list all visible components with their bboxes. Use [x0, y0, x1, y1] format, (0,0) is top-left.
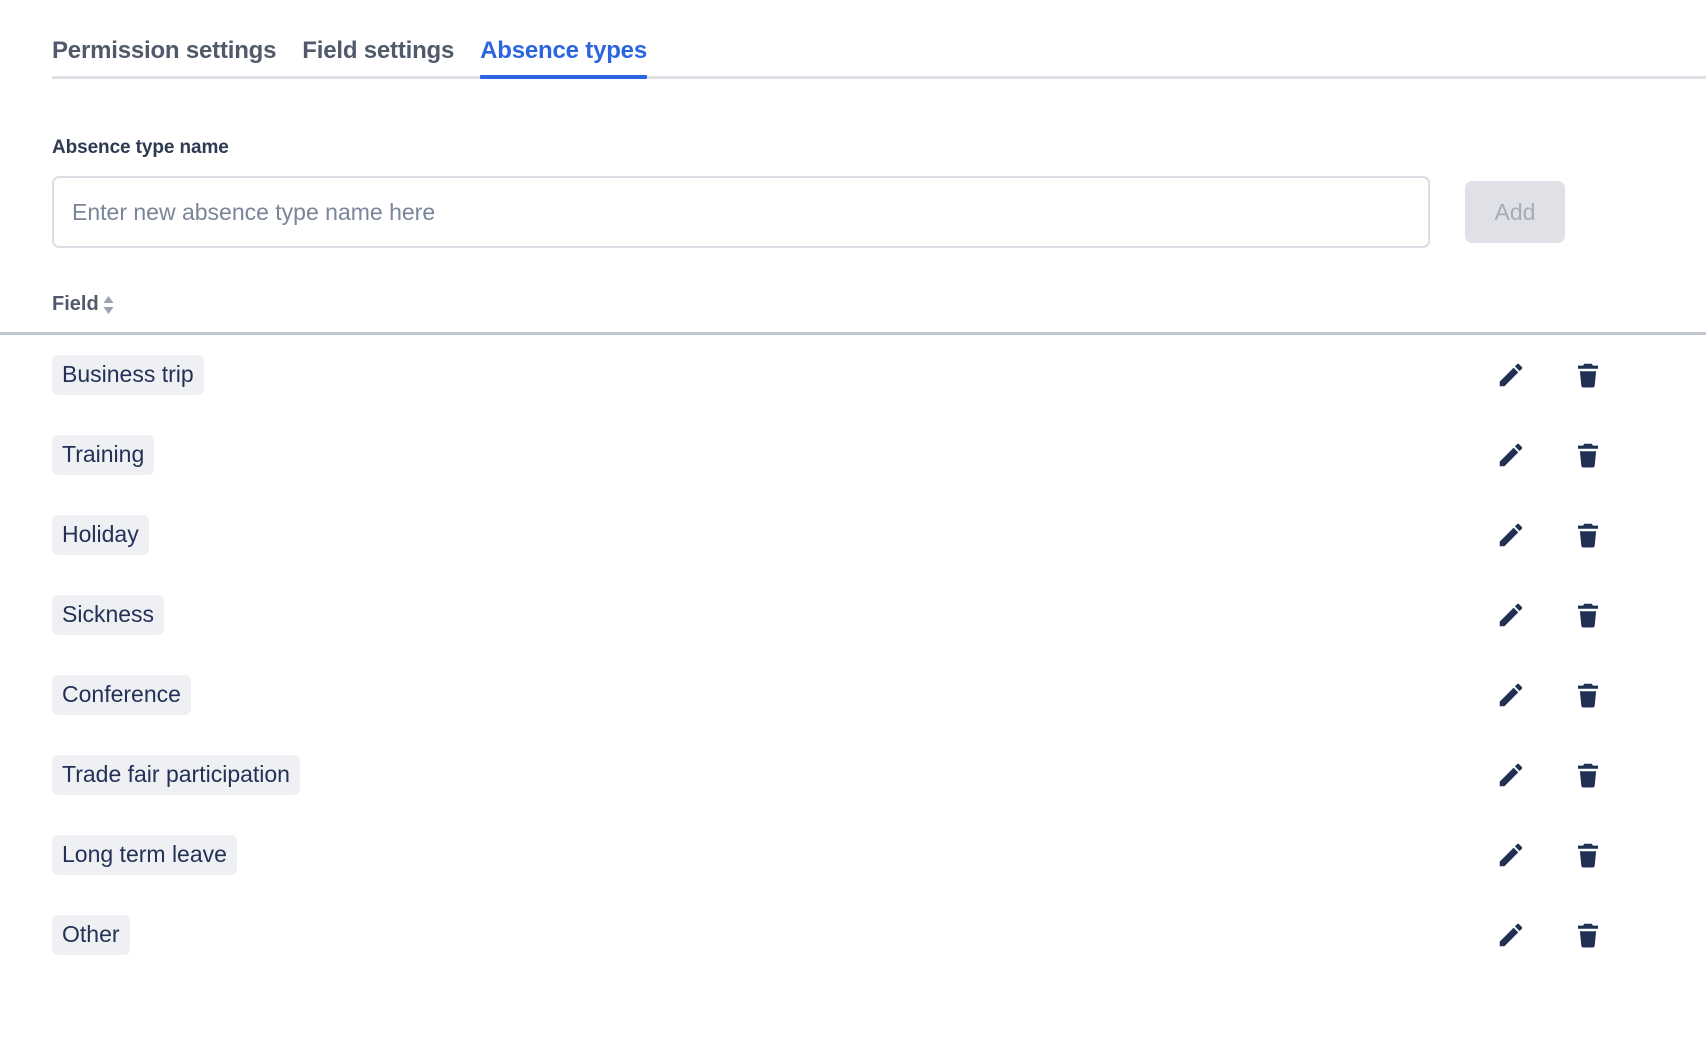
row-actions [1496, 680, 1706, 710]
delete-absence-type-button[interactable] [1573, 920, 1603, 950]
table-row[interactable]: Other [0, 895, 1706, 975]
trash-icon [1573, 760, 1603, 790]
trash-icon [1573, 360, 1603, 390]
edit-absence-type-button[interactable] [1496, 680, 1526, 710]
pencil-icon [1496, 600, 1526, 630]
add-absence-type-button[interactable]: Add [1465, 181, 1565, 243]
tab-absence-types[interactable]: Absence types [480, 39, 647, 79]
pencil-icon [1496, 920, 1526, 950]
row-actions [1496, 520, 1706, 550]
trash-icon [1573, 600, 1603, 630]
column-header-field[interactable]: Field [52, 293, 115, 316]
delete-absence-type-button[interactable] [1573, 760, 1603, 790]
edit-absence-type-button[interactable] [1496, 840, 1526, 870]
pencil-icon [1496, 360, 1526, 390]
row-actions [1496, 600, 1706, 630]
delete-absence-type-button[interactable] [1573, 680, 1603, 710]
row-actions [1496, 840, 1706, 870]
absence-type-form: Absence type name Add [0, 137, 1706, 248]
row-actions [1496, 360, 1706, 390]
trash-icon [1573, 440, 1603, 470]
absence-type-chip: Training [52, 435, 154, 475]
absence-type-name-input[interactable] [52, 176, 1430, 248]
table-row[interactable]: Conference [0, 655, 1706, 735]
absence-types-table: Field Business trip [0, 293, 1706, 975]
absence-type-chip: Business trip [52, 355, 204, 395]
delete-absence-type-button[interactable] [1573, 520, 1603, 550]
edit-absence-type-button[interactable] [1496, 440, 1526, 470]
delete-absence-type-button[interactable] [1573, 440, 1603, 470]
pencil-icon [1496, 520, 1526, 550]
pencil-icon [1496, 840, 1526, 870]
sort-updown-icon [102, 294, 115, 316]
absence-type-input-row: Add [52, 176, 1654, 248]
table-header-row: Field [0, 293, 1706, 335]
table-row[interactable]: Training [0, 415, 1706, 495]
edit-absence-type-button[interactable] [1496, 360, 1526, 390]
absence-type-name-label: Absence type name [52, 137, 1654, 159]
trash-icon [1573, 920, 1603, 950]
column-header-field-label: Field [52, 293, 99, 316]
delete-absence-type-button[interactable] [1573, 360, 1603, 390]
trash-icon [1573, 520, 1603, 550]
table-row[interactable]: Long term leave [0, 815, 1706, 895]
absence-type-chip: Conference [52, 675, 191, 715]
delete-absence-type-button[interactable] [1573, 600, 1603, 630]
absence-type-chip: Other [52, 915, 130, 955]
edit-absence-type-button[interactable] [1496, 760, 1526, 790]
edit-absence-type-button[interactable] [1496, 920, 1526, 950]
absence-type-chip: Trade fair participation [52, 755, 300, 795]
table-row[interactable]: Holiday [0, 495, 1706, 575]
table-row[interactable]: Business trip [0, 335, 1706, 415]
settings-tabbar: Permission settings Field settings Absen… [0, 0, 1706, 79]
pencil-icon [1496, 440, 1526, 470]
edit-absence-type-button[interactable] [1496, 520, 1526, 550]
table-row[interactable]: Trade fair participation [0, 735, 1706, 815]
tab-permission-settings[interactable]: Permission settings [52, 39, 276, 79]
pencil-icon [1496, 680, 1526, 710]
trash-icon [1573, 840, 1603, 870]
row-actions [1496, 760, 1706, 790]
pencil-icon [1496, 760, 1526, 790]
tab-field-settings[interactable]: Field settings [302, 39, 454, 79]
row-actions [1496, 920, 1706, 950]
table-row[interactable]: Sickness [0, 575, 1706, 655]
delete-absence-type-button[interactable] [1573, 840, 1603, 870]
edit-absence-type-button[interactable] [1496, 600, 1526, 630]
absence-type-chip: Holiday [52, 515, 149, 555]
absence-types-list: Business trip Training [0, 335, 1706, 975]
trash-icon [1573, 680, 1603, 710]
absence-type-chip: Sickness [52, 595, 164, 635]
absence-type-chip: Long term leave [52, 835, 237, 875]
row-actions [1496, 440, 1706, 470]
